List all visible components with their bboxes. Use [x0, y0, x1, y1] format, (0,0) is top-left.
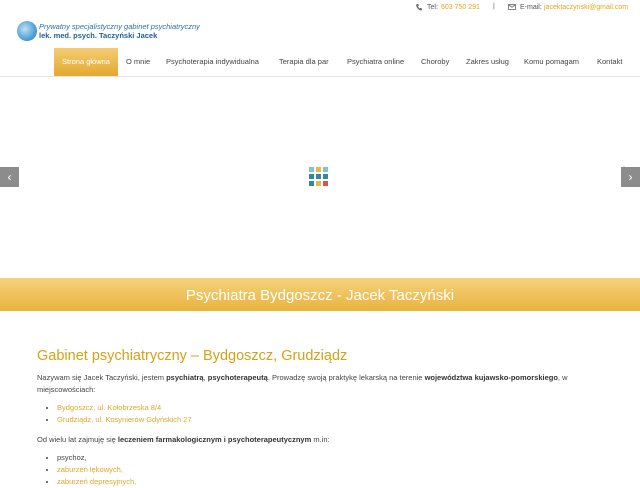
intro-bold: województwa kujawsko-pomorskiego: [424, 373, 558, 382]
loading-spinner-icon: [309, 167, 331, 189]
nav-item-individual-therapy[interactable]: Psychoterapia indywidualna: [166, 48, 259, 76]
section-heading: Gabinet psychiatryczny – Bydgoszcz, Grud…: [37, 348, 348, 364]
treatment-text: m.in:: [311, 435, 330, 444]
loader-square: [309, 181, 314, 186]
nav-item-services[interactable]: Zakres usług: [466, 48, 509, 76]
intro-text: Nazywam się Jacek Taczyński, jestem: [37, 373, 167, 382]
logo-doctor-name: lek. med. psych. Taczyński Jacek: [39, 31, 158, 40]
phone-number-link[interactable]: 603 750 291: [441, 4, 480, 11]
loader-square: [309, 167, 314, 172]
nav-item-home[interactable]: Strona główna: [54, 48, 118, 76]
slider-next-button[interactable]: ›: [621, 167, 640, 187]
condition-link-depression[interactable]: zaburzeń depresyjnych,: [57, 477, 136, 486]
treatment-text: Od wielu lat zajmuję się: [37, 435, 118, 444]
page-title: Psychiatra Bydgoszcz - Jacek Taczyński: [185, 287, 455, 304]
loader-square: [309, 174, 314, 179]
phone-label: Tel:: [427, 4, 438, 11]
location-link-grudziadz[interactable]: Grudziądz, ul. Kosynierów Gdyńskich 27: [57, 415, 192, 424]
loader-square: [316, 181, 321, 186]
envelope-icon: [508, 4, 516, 10]
nav-item-who-i-help[interactable]: Komu pomagam: [524, 48, 579, 76]
top-bar: Tel: 603 750 291 | E-mail: jacektaczynsk…: [0, 0, 640, 16]
loader-square: [316, 167, 321, 172]
topbar-separator: |: [493, 3, 495, 10]
email-label: E-mail:: [520, 4, 542, 11]
nav-item-couples-therapy[interactable]: Terapia dla par: [279, 48, 329, 76]
intro-bold: psychoterapeutą: [207, 373, 268, 382]
phone-icon: [416, 4, 422, 11]
loader-square: [323, 181, 328, 186]
location-list: Bydgoszcz, ul. Kołobrzeska 8/4 Grudziądz…: [37, 402, 607, 426]
loader-square: [323, 167, 328, 172]
treatment-paragraph: Od wielu lat zajmuję się leczeniem farma…: [37, 434, 607, 446]
intro-text: . Prowadzę swoją praktykę lekarską na te…: [267, 373, 425, 382]
loader-square: [316, 174, 321, 179]
list-item: Grudziądz, ul. Kosynierów Gdyńskich 27: [57, 414, 607, 426]
treatment-bold: leczeniem farmakologicznym i psychoterap…: [117, 435, 312, 444]
list-item: psychoz,: [57, 452, 607, 464]
email-link[interactable]: jacektaczynski@gmail.com: [544, 4, 628, 11]
list-item: zaburzeń depresyjnych,: [57, 476, 607, 488]
nav-item-diseases[interactable]: Choroby: [421, 48, 449, 76]
main-content: Gabinet psychiatryczny – Bydgoszcz, Grud…: [37, 348, 607, 488]
nav-item-about[interactable]: O mnie: [126, 48, 150, 76]
logo-tagline: Prywatny specjalistyczny gabinet psychia…: [39, 22, 200, 31]
slider-prev-button[interactable]: ‹: [0, 167, 19, 187]
location-link-bydgoszcz[interactable]: Bydgoszcz, ul. Kołobrzeska 8/4: [57, 403, 161, 412]
page-title-banner: Psychiatra Bydgoszcz - Jacek Taczyński: [0, 278, 640, 311]
condition-link-anxiety[interactable]: zaburzeń lękowych,: [57, 465, 123, 474]
logo-emblem-icon: [17, 21, 37, 41]
site-logo[interactable]: Prywatny specjalistyczny gabinet psychia…: [17, 21, 217, 47]
conditions-list: psychoz, zaburzeń lękowych, zaburzeń dep…: [37, 452, 607, 488]
nav-item-online-psychiatrist[interactable]: Psychiatra online: [347, 48, 404, 76]
main-navigation: Strona główna O mnie Psychoterapia indyw…: [0, 48, 640, 77]
list-item: zaburzeń lękowych,: [57, 464, 607, 476]
loader-square: [323, 174, 328, 179]
intro-bold: psychiatrą: [166, 373, 204, 382]
intro-paragraph: Nazywam się Jacek Taczyński, jestem psyc…: [37, 372, 607, 396]
list-item: Bydgoszcz, ul. Kołobrzeska 8/4: [57, 402, 607, 414]
nav-item-contact[interactable]: Kontakt: [597, 48, 622, 76]
